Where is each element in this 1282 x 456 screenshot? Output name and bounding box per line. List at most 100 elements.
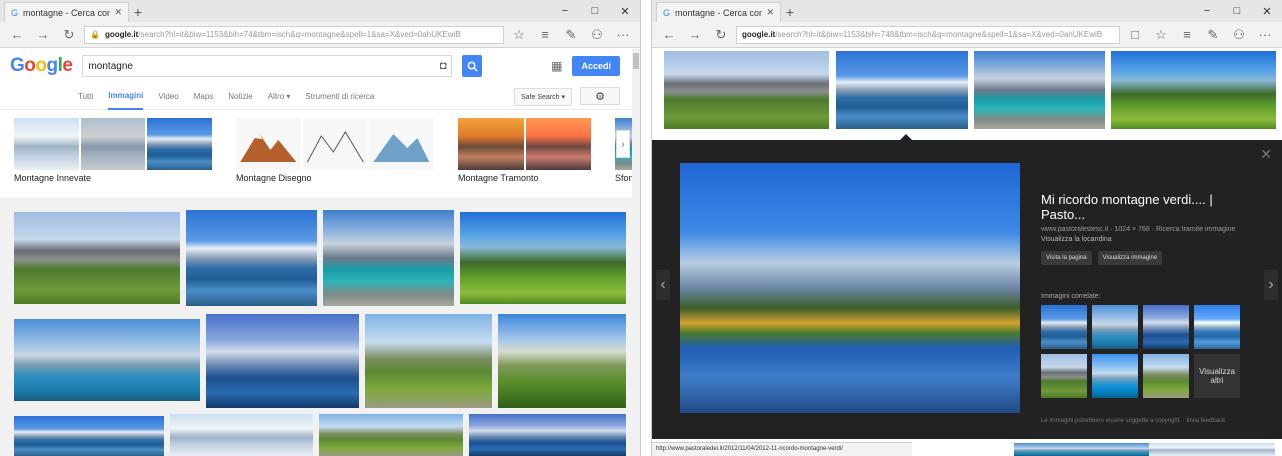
tab-altro[interactable]: Altro ▾ (268, 84, 291, 110)
more-icon[interactable]: ··· (612, 25, 634, 45)
image-result[interactable] (319, 414, 463, 456)
address-bar[interactable]: 🔒 google.it /search?hl=it&biw=1153&bih=7… (84, 25, 504, 44)
drawing-thumbnail (369, 118, 435, 170)
image-result[interactable] (170, 414, 313, 456)
visit-page-button[interactable]: Visita la pagina (1041, 251, 1092, 265)
forward-button[interactable]: → (32, 25, 54, 45)
image-result[interactable] (1111, 51, 1276, 129)
refresh-button[interactable]: ↻ (58, 25, 80, 45)
image-result[interactable] (836, 51, 968, 129)
image-result[interactable] (469, 414, 626, 456)
tab-tutti[interactable]: Tutti (78, 84, 93, 110)
related-image[interactable] (1092, 305, 1138, 349)
preview-buttons: Visita la pagina Visualizza immagine (1041, 251, 1241, 265)
related-item[interactable]: Montagne Disegno (236, 118, 435, 186)
image-result[interactable] (186, 210, 317, 306)
image-result[interactable] (1149, 443, 1275, 456)
related-image[interactable] (1092, 354, 1138, 398)
tab-close-icon[interactable]: ✕ (114, 7, 122, 18)
browser-tab[interactable]: G montagne - Cerca con G ✕ (656, 2, 781, 22)
favorite-star-icon[interactable]: ☆ (508, 25, 530, 45)
close-window-button[interactable]: ✕ (610, 0, 640, 22)
tab-notizie[interactable]: Notizie (228, 84, 252, 110)
refresh-button[interactable]: ↻ (710, 25, 732, 45)
web-note-icon[interactable]: ✎ (1202, 25, 1224, 45)
copyright-disclaimer: Le immagini potrebbero essere soggette a… (1041, 418, 1226, 424)
scrollbar-thumb[interactable] (633, 53, 639, 69)
address-bar[interactable]: google.it /search?hl=it&biw=1153&bih=748… (736, 25, 1120, 44)
address-path: /search?hl=it&biw=1153&bih=748&tbm=isch&… (775, 30, 1103, 39)
new-tab-button[interactable]: + (781, 2, 799, 22)
related-image[interactable] (1143, 354, 1189, 398)
search-button[interactable] (462, 55, 483, 77)
related-item[interactable]: Montagne Tramonto (458, 118, 591, 186)
address-domain: google.it (104, 30, 139, 39)
share-icon[interactable]: ⚇ (586, 25, 608, 45)
google-logo[interactable]: Google (10, 55, 73, 77)
camera-icon[interactable]: ◘ (440, 60, 447, 72)
previous-image-arrow[interactable]: ‹ (656, 270, 670, 300)
image-result[interactable] (460, 212, 626, 304)
hub-menu-icon[interactable]: ≡ (534, 25, 556, 45)
apps-icon[interactable]: ▦ (551, 59, 562, 73)
image-result[interactable] (1014, 443, 1162, 456)
image-result[interactable] (14, 416, 164, 456)
view-image-button[interactable]: Visualizza immagine (1097, 251, 1163, 265)
tab-maps[interactable]: Maps (194, 84, 214, 110)
visualizza-altri-button[interactable]: Visualizza altri (1194, 354, 1240, 398)
forward-button[interactable]: → (684, 25, 706, 45)
address-domain: google.it (742, 30, 776, 39)
image-result[interactable] (498, 314, 626, 408)
image-result[interactable] (974, 51, 1105, 129)
window-controls: − □ ✕ (550, 0, 640, 22)
maximize-button[interactable]: □ (580, 0, 610, 22)
related-images-header: Immagini correlate: (1041, 293, 1101, 300)
related-image[interactable] (1041, 305, 1087, 349)
chevron-right-icon[interactable]: › (616, 130, 630, 158)
related-image[interactable] (1041, 354, 1087, 398)
google-favicon-icon: G (11, 7, 19, 18)
tab-immagini[interactable]: Immagini (108, 84, 144, 110)
back-button[interactable]: ← (6, 25, 28, 45)
related-image[interactable] (1143, 305, 1189, 349)
image-result[interactable] (323, 210, 454, 306)
browser-tab[interactable]: G montagne - Cerca con G ✕ (4, 2, 129, 22)
tab-video[interactable]: Video (158, 84, 178, 110)
reading-view-icon[interactable]: □ (1124, 25, 1146, 45)
minimize-button[interactable]: − (1192, 0, 1222, 22)
sign-in-button[interactable]: Accedi (572, 56, 620, 76)
gear-icon[interactable]: ⚙ (580, 87, 620, 105)
back-button[interactable]: ← (658, 25, 680, 45)
image-result[interactable] (14, 319, 200, 401)
related-image[interactable] (1194, 305, 1240, 349)
image-result[interactable] (664, 51, 829, 129)
close-window-button[interactable]: ✕ (1252, 0, 1282, 22)
close-preview-icon[interactable]: ✕ (1260, 146, 1272, 163)
minimize-button[interactable]: − (550, 0, 580, 22)
next-image-arrow[interactable]: › (1264, 270, 1278, 300)
image-result[interactable] (14, 212, 180, 304)
preview-title[interactable]: Mi ricordo montagne verdi.... | Pasto... (1041, 192, 1241, 222)
search-input[interactable]: montagne ◘ (82, 55, 453, 77)
drawing-thumbnail (236, 118, 301, 170)
more-icon[interactable]: ··· (1254, 25, 1276, 45)
maximize-button[interactable]: □ (1222, 0, 1252, 22)
image-result[interactable] (365, 314, 492, 408)
page-scrollbar[interactable] (632, 49, 640, 456)
tab-strumenti[interactable]: Strumenti di ricerca (305, 84, 374, 110)
web-note-icon[interactable]: ✎ (560, 25, 582, 45)
tab-close-icon[interactable]: ✕ (766, 7, 774, 18)
visualizza-locandina-link[interactable]: Visualizza la locandina (1041, 236, 1241, 243)
image-result[interactable] (206, 314, 359, 408)
thumbnail (458, 118, 524, 170)
related-thumbnails (458, 118, 591, 170)
address-path: /search?hl=it&biw=1153&bih=74&tbm=isch&q… (138, 30, 461, 39)
related-item[interactable]: Montagne Innevate (14, 118, 213, 186)
share-icon[interactable]: ⚇ (1228, 25, 1250, 45)
new-tab-button[interactable]: + (129, 2, 147, 22)
related-label: Montagne Innevate (14, 173, 92, 183)
safe-search-dropdown[interactable]: Safe Search ▾ (514, 88, 572, 106)
hub-menu-icon[interactable]: ≡ (1176, 25, 1198, 45)
favorite-star-icon[interactable]: ☆ (1150, 25, 1172, 45)
preview-image[interactable] (680, 163, 1020, 413)
